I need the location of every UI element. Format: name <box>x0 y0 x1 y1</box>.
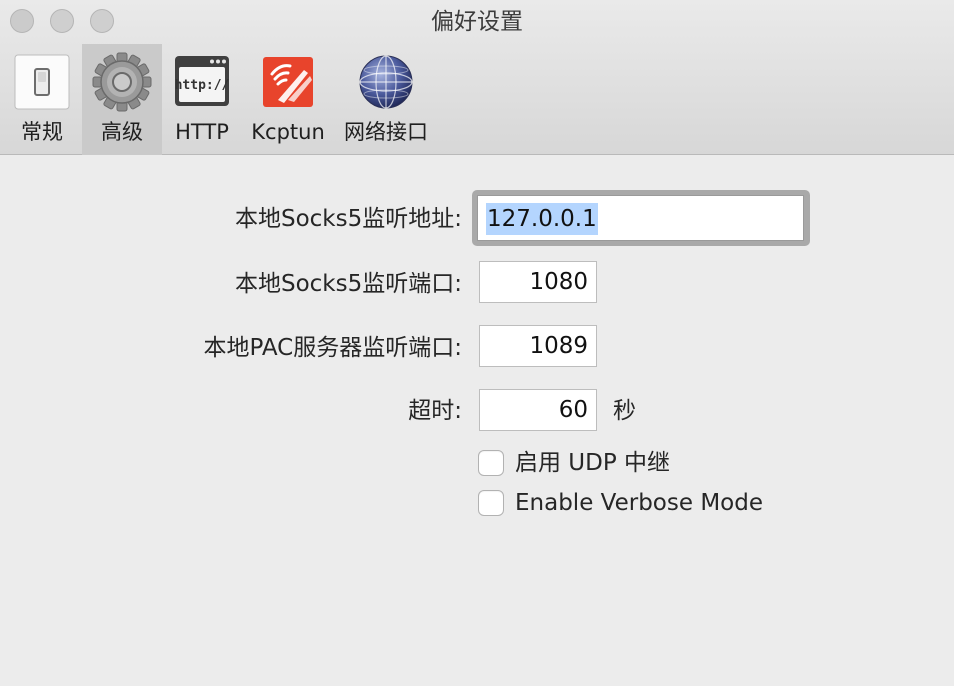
tab-kcptun[interactable]: Kcptun <box>246 44 330 155</box>
timeout-label: 超时: <box>408 398 462 424</box>
udp-relay-label[interactable]: 启用 UDP 中继 <box>515 446 670 480</box>
socks5-address-selected-text: 127.0.0.1 <box>486 203 598 235</box>
tab-kcptun-label: Kcptun <box>251 120 325 144</box>
tab-network-interface-label: 网络接口 <box>344 120 428 144</box>
pac-port-input[interactable] <box>479 325 597 367</box>
tab-advanced[interactable]: 高级 <box>82 44 162 155</box>
light-switch-icon <box>12 52 72 112</box>
timeout-input[interactable] <box>479 389 597 431</box>
socks5-address-label: 本地Socks5监听地址: <box>234 206 462 232</box>
pac-port-label: 本地PAC服务器监听端口: <box>203 335 462 361</box>
gear-icon <box>92 52 152 112</box>
socks5-port-label: 本地Socks5监听端口: <box>234 271 462 297</box>
kcptun-signal-icon <box>258 52 318 112</box>
timeout-unit: 秒 <box>613 398 636 424</box>
preferences-window: 偏好设置 常规 高级 http:// HTTP Kcptun 网络接口 本地So… <box>0 0 954 686</box>
window-title: 偏好设置 <box>431 9 523 35</box>
udp-relay-checkbox[interactable] <box>478 450 504 476</box>
title-toolbar: 偏好设置 常规 高级 http:// HTTP Kcptun 网络接口 <box>0 0 954 155</box>
tab-general-label: 常规 <box>21 120 63 144</box>
tab-http-label: HTTP <box>175 120 229 144</box>
tab-http[interactable]: http:// HTTP <box>164 44 240 155</box>
tab-network-interface[interactable]: 网络接口 <box>336 44 436 155</box>
verbose-mode-label[interactable]: Enable Verbose Mode <box>515 486 763 520</box>
network-globe-icon <box>356 52 416 112</box>
tab-advanced-label: 高级 <box>101 120 143 144</box>
socks5-port-input[interactable] <box>479 261 597 303</box>
http-browser-icon: http:// <box>172 52 232 112</box>
verbose-mode-checkbox[interactable] <box>478 490 504 516</box>
tab-general[interactable]: 常规 <box>4 44 80 155</box>
svg-text:http://: http:// <box>175 78 230 93</box>
